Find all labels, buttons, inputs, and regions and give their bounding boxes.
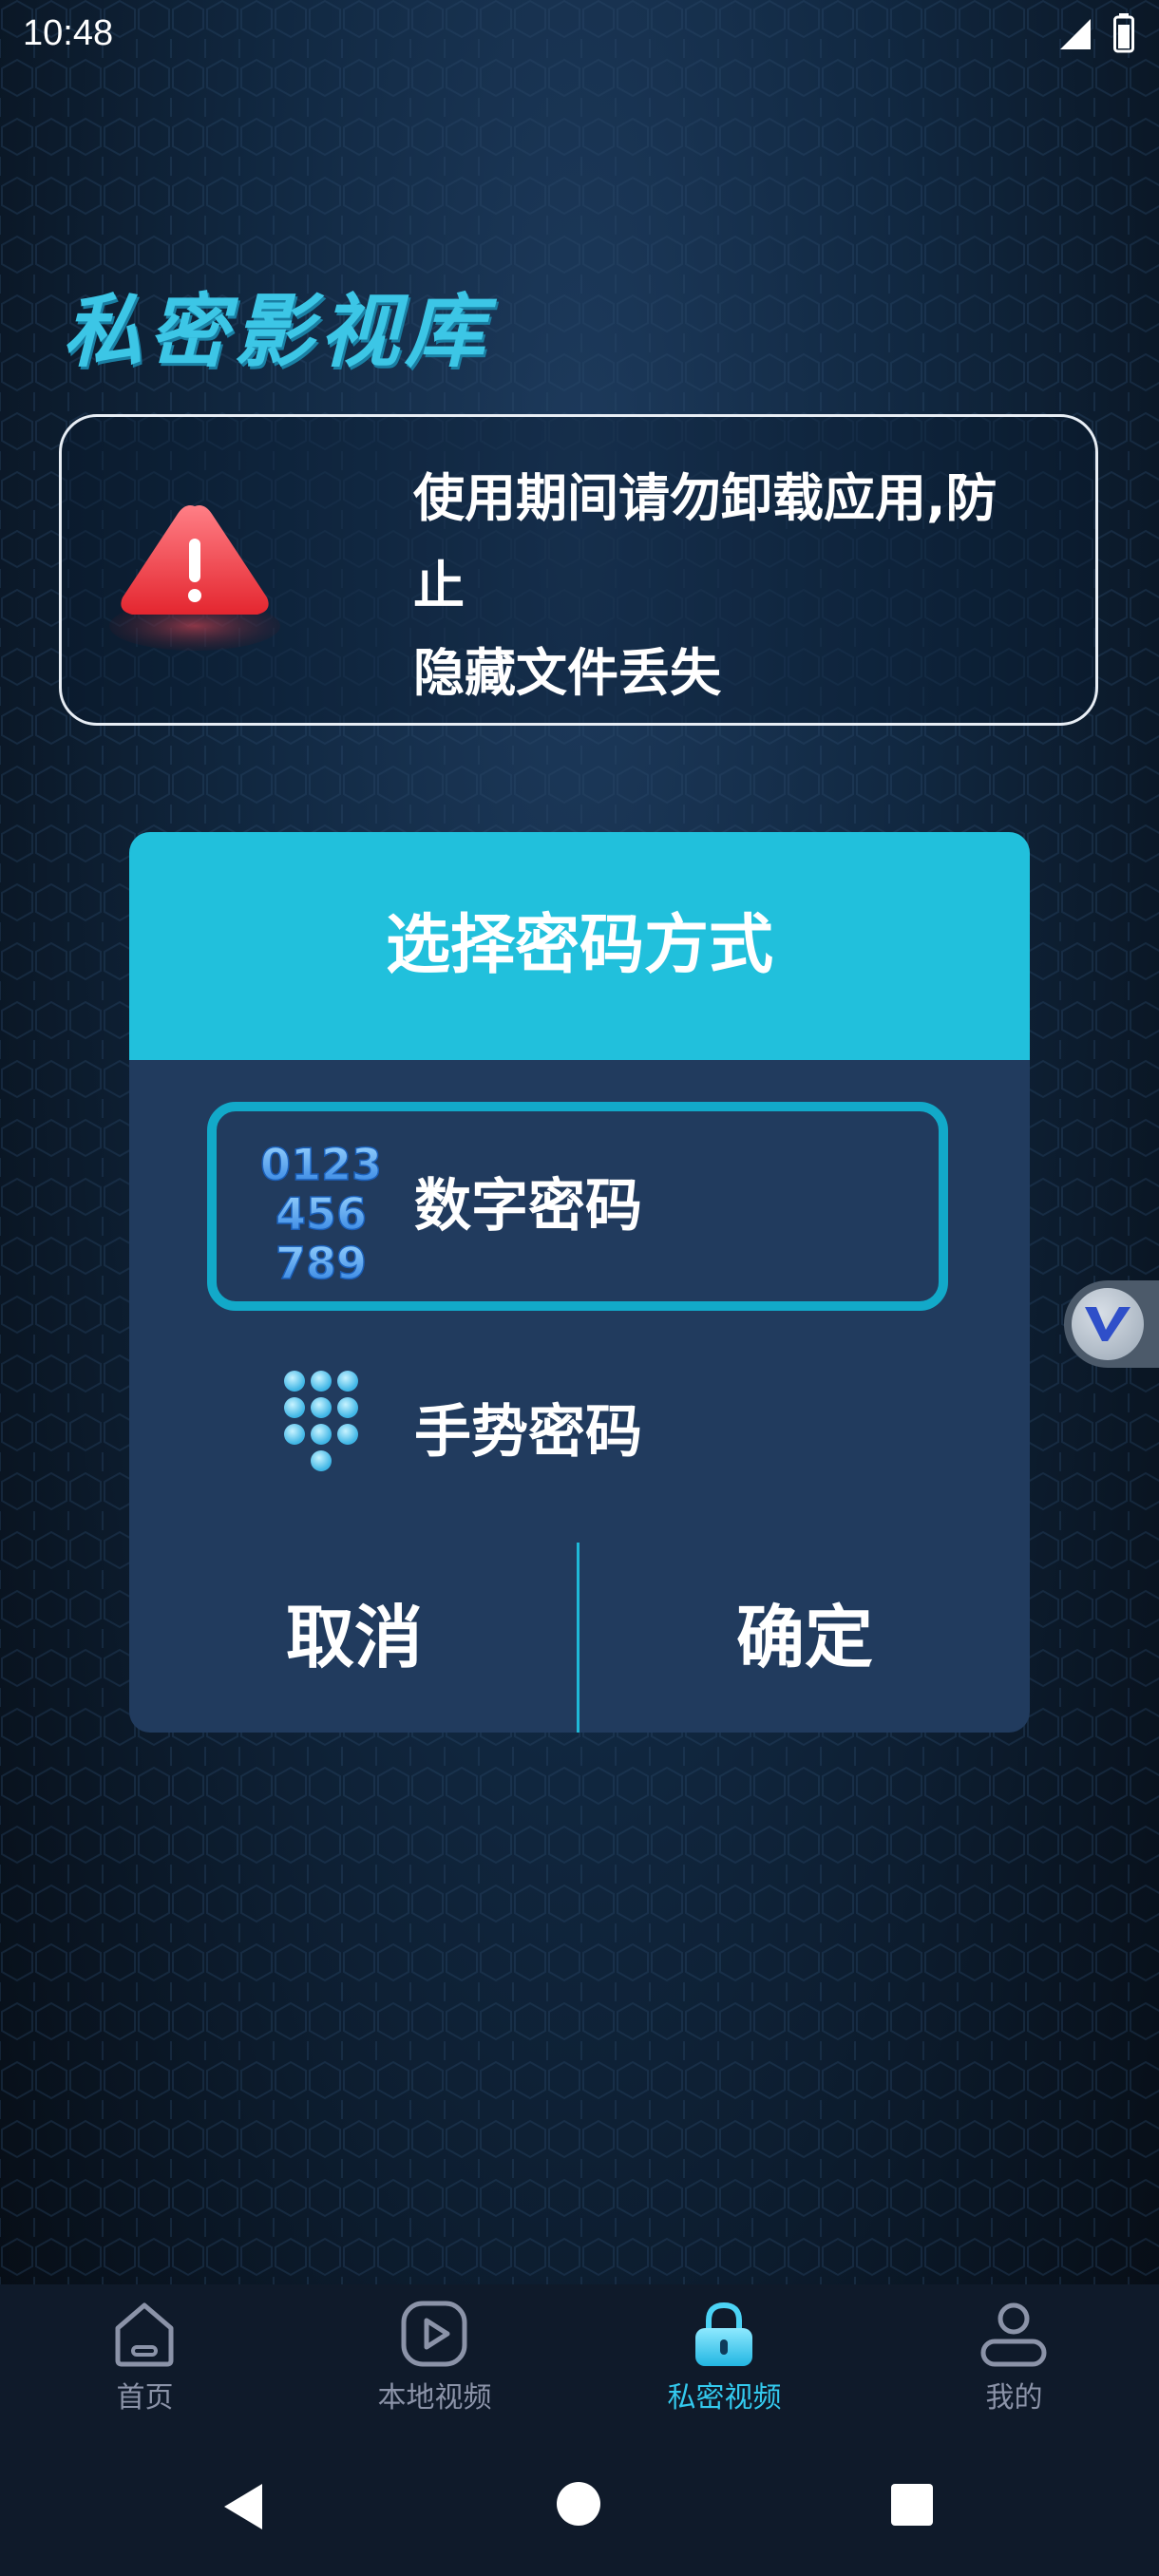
nav-label-private-video: 私密视频 (667, 2381, 782, 2415)
dot-grid-icon (284, 1371, 358, 1471)
nav-item-local-video[interactable]: 本地视频 (290, 2284, 580, 2427)
floating-assistant-button[interactable] (1064, 1280, 1159, 1368)
back-icon[interactable] (220, 2482, 266, 2531)
gesture-password-label: 手势密码 (414, 1399, 642, 1466)
nav-item-private-video[interactable]: 私密视频 (580, 2284, 869, 2427)
numeric-icon-row-3: 789 (276, 1238, 367, 1282)
warning-triangle-icon (109, 505, 280, 651)
lock-icon (695, 2301, 752, 2366)
numeric-icon-row-1: 0123 (260, 1140, 382, 1190)
dialog-title: 选择密码方式 (385, 908, 773, 983)
nav-item-home[interactable]: 首页 (0, 2284, 290, 2427)
user-icon (980, 2302, 1047, 2367)
warning-text: 使用期间请勿卸载应用,防 止 隐藏文件丢失 (413, 468, 998, 703)
status-time: 10:48 (23, 13, 114, 53)
cell-signal-icon (1060, 19, 1091, 49)
password-method-dialog: 选择密码方式 0123 456 789 数字密码 手势密码 取消 确定 (129, 832, 1030, 1733)
bottom-navigation: 首页 本地视频 私密视频 我的 (0, 2284, 1159, 2427)
v-logo-icon (1085, 1307, 1130, 1341)
recent-apps-icon[interactable] (891, 2484, 933, 2526)
numeric-password-label: 数字密码 (414, 1173, 642, 1240)
numeric-keypad-icon: 0123 456 789 (259, 1140, 383, 1282)
system-navigation-bar (0, 2427, 1159, 2576)
nav-label-local-video: 本地视频 (377, 2381, 492, 2415)
home-circle-icon[interactable] (557, 2482, 600, 2526)
numeric-icon-row-2: 456 (276, 1188, 367, 1240)
dialog-footer: 取消 确定 (129, 1543, 1030, 1733)
battery-icon (1113, 13, 1134, 53)
nav-label-home: 首页 (116, 2381, 174, 2415)
numeric-password-option[interactable]: 0123 456 789 数字密码 (207, 1102, 948, 1311)
floating-badge-inner (1072, 1288, 1144, 1360)
home-icon (115, 2302, 174, 2367)
warning-card: 使用期间请勿卸载应用,防 止 隐藏文件丢失 (59, 414, 1098, 726)
status-bar: 10:48 (0, 0, 1159, 68)
cancel-button[interactable]: 取消 (129, 1543, 580, 1733)
nav-item-mine[interactable]: 我的 (869, 2284, 1159, 2427)
nav-label-mine: 我的 (985, 2381, 1043, 2415)
dialog-header: 选择密码方式 (129, 832, 1030, 1060)
gesture-password-option[interactable]: 手势密码 (207, 1328, 948, 1537)
play-icon (401, 2301, 467, 2367)
app-title: 私密影视库 (63, 285, 491, 378)
confirm-button[interactable]: 确定 (580, 1543, 1030, 1733)
